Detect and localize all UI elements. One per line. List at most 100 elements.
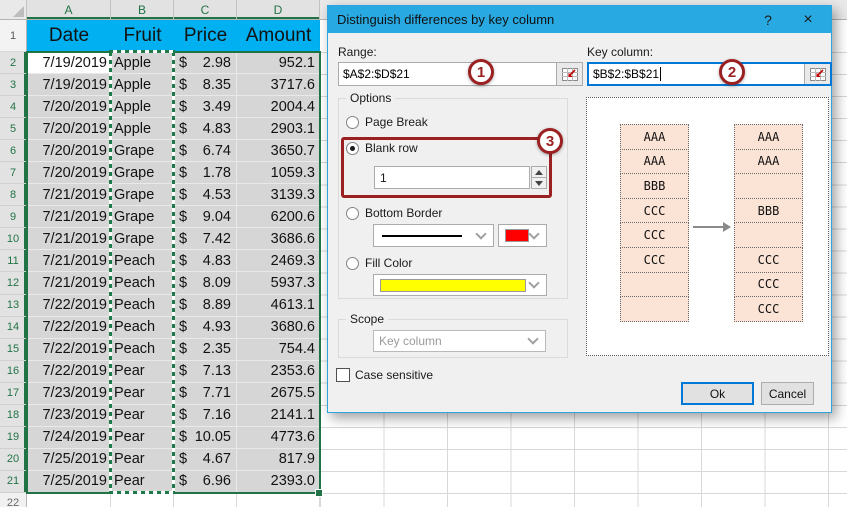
cell-amount[interactable]: 5937.3 xyxy=(237,272,320,295)
cell-price[interactable]: $2.35 xyxy=(174,338,237,361)
cell-amount[interactable]: 4773.6 xyxy=(237,426,320,449)
column-header-a[interactable]: A xyxy=(27,0,111,19)
cell-price[interactable]: $9.04 xyxy=(174,206,237,229)
cell-fruit[interactable]: Grape xyxy=(111,184,174,207)
cell-amount[interactable]: 3680.6 xyxy=(237,316,320,339)
cell-price[interactable]: $1.78 xyxy=(174,162,237,185)
cell-amount[interactable]: 2393.0 xyxy=(237,470,320,493)
spinner-down-button[interactable] xyxy=(531,178,547,189)
cell-date[interactable]: 7/22/2019 xyxy=(27,338,111,361)
cell-amount[interactable]: 3650.7 xyxy=(237,140,320,163)
checkbox-icon[interactable] xyxy=(336,368,350,382)
cell-fruit[interactable]: Apple xyxy=(111,74,174,97)
cell-header-fruit[interactable]: Fruit xyxy=(111,20,174,52)
cell-fruit[interactable]: Peach xyxy=(111,316,174,339)
radio-blank-row[interactable]: Blank row xyxy=(346,141,418,155)
cell-date[interactable]: 7/19/2019 xyxy=(27,52,111,75)
cell-amount[interactable]: 2004.4 xyxy=(237,96,320,119)
row-header[interactable]: 16 xyxy=(0,360,27,383)
close-button[interactable]: × xyxy=(793,6,823,33)
row-header[interactable]: 21 xyxy=(0,470,27,493)
cell-empty[interactable] xyxy=(237,492,320,507)
cell-price[interactable]: $3.49 xyxy=(174,96,237,119)
cell-date[interactable]: 7/22/2019 xyxy=(27,316,111,339)
cell-date[interactable]: 7/21/2019 xyxy=(27,250,111,273)
cell-fruit[interactable]: Grape xyxy=(111,162,174,185)
cell-fruit[interactable]: Pear xyxy=(111,382,174,405)
cell-price[interactable]: $7.42 xyxy=(174,228,237,251)
row-header[interactable]: 13 xyxy=(0,294,27,317)
cell-empty[interactable] xyxy=(27,492,111,507)
range-picker-icon[interactable] xyxy=(556,63,582,85)
cell-amount[interactable]: 1059.3 xyxy=(237,162,320,185)
cell-price[interactable]: $7.13 xyxy=(174,360,237,383)
cell-fruit[interactable]: Grape xyxy=(111,228,174,251)
radio-icon[interactable] xyxy=(346,256,359,270)
spinner-up-button[interactable] xyxy=(531,166,547,178)
cell-fruit[interactable]: Peach xyxy=(111,250,174,273)
cell-amount[interactable]: 3139.3 xyxy=(237,184,320,207)
cell-amount[interactable]: 6200.6 xyxy=(237,206,320,229)
cell-price[interactable]: $4.83 xyxy=(174,118,237,141)
blank-row-count-input[interactable]: 1 xyxy=(374,166,530,189)
cell-fruit[interactable]: Peach xyxy=(111,338,174,361)
cell-header-amount[interactable]: Amount xyxy=(237,20,320,52)
column-header-b[interactable]: B xyxy=(111,0,174,19)
cell-price[interactable]: $7.16 xyxy=(174,404,237,427)
cell-price[interactable]: $8.89 xyxy=(174,294,237,317)
row-header[interactable]: 11 xyxy=(0,250,27,273)
column-header-d[interactable]: D xyxy=(237,0,320,19)
cell-date[interactable]: 7/20/2019 xyxy=(27,118,111,141)
cell-date[interactable]: 7/20/2019 xyxy=(27,96,111,119)
ok-button[interactable]: Ok xyxy=(681,382,754,405)
cell-header-price[interactable]: Price xyxy=(174,20,237,52)
fill-handle[interactable] xyxy=(315,489,323,497)
cell-fruit[interactable]: Pear xyxy=(111,404,174,427)
cell-fruit[interactable]: Peach xyxy=(111,294,174,317)
cell-date[interactable]: 7/23/2019 xyxy=(27,382,111,405)
row-header[interactable]: 18 xyxy=(0,404,27,427)
radio-icon[interactable] xyxy=(346,206,359,220)
cell-price[interactable]: $6.74 xyxy=(174,140,237,163)
row-header[interactable]: 3 xyxy=(0,74,27,97)
cell-fruit[interactable]: Apple xyxy=(111,96,174,119)
cell-fruit[interactable]: Pear xyxy=(111,426,174,449)
cell-fruit[interactable]: Apple xyxy=(111,118,174,141)
select-all-corner[interactable] xyxy=(0,0,27,19)
cell-price[interactable]: $10.05 xyxy=(174,426,237,449)
row-header[interactable]: 19 xyxy=(0,426,27,449)
row-header[interactable]: 2 xyxy=(0,52,27,75)
cell-empty[interactable] xyxy=(174,492,237,507)
radio-bottom-border[interactable]: Bottom Border xyxy=(346,206,442,220)
case-sensitive-option[interactable]: Case sensitive xyxy=(336,368,433,382)
row-header[interactable]: 4 xyxy=(0,96,27,119)
cell-fruit[interactable]: Grape xyxy=(111,140,174,163)
cell-price[interactable]: $7.71 xyxy=(174,382,237,405)
cell-amount[interactable]: 3686.6 xyxy=(237,228,320,251)
radio-fill-color[interactable]: Fill Color xyxy=(346,256,412,270)
cell-date[interactable]: 7/23/2019 xyxy=(27,404,111,427)
cell-price[interactable]: $2.98 xyxy=(174,52,237,75)
cell-date[interactable]: 7/22/2019 xyxy=(27,294,111,317)
row-header-1[interactable]: 1 xyxy=(0,20,27,52)
cell-date[interactable]: 7/25/2019 xyxy=(27,448,111,471)
cell-amount[interactable]: 952.1 xyxy=(237,52,320,75)
cell-amount[interactable]: 754.4 xyxy=(237,338,320,361)
key-column-input[interactable]: $B$2:$B$21 xyxy=(587,62,832,86)
cell-amount[interactable]: 817.9 xyxy=(237,448,320,471)
cell-price[interactable]: $6.96 xyxy=(174,470,237,493)
radio-icon[interactable] xyxy=(346,115,359,129)
cell-date[interactable]: 7/21/2019 xyxy=(27,184,111,207)
cell-price[interactable]: $8.35 xyxy=(174,74,237,97)
row-header[interactable]: 22 xyxy=(0,492,27,507)
cell-header-date[interactable]: Date xyxy=(27,20,111,52)
cell-fruit[interactable]: Grape xyxy=(111,206,174,229)
cell-price[interactable]: $4.67 xyxy=(174,448,237,471)
row-header[interactable]: 17 xyxy=(0,382,27,405)
key-column-value[interactable]: $B$2:$B$21 xyxy=(589,64,804,84)
cell-date[interactable]: 7/21/2019 xyxy=(27,228,111,251)
fill-color-dropdown[interactable] xyxy=(373,274,547,296)
range-input[interactable]: $A$2:$D$21 xyxy=(338,62,583,86)
cell-fruit[interactable]: Peach xyxy=(111,272,174,295)
cell-date[interactable]: 7/25/2019 xyxy=(27,470,111,493)
